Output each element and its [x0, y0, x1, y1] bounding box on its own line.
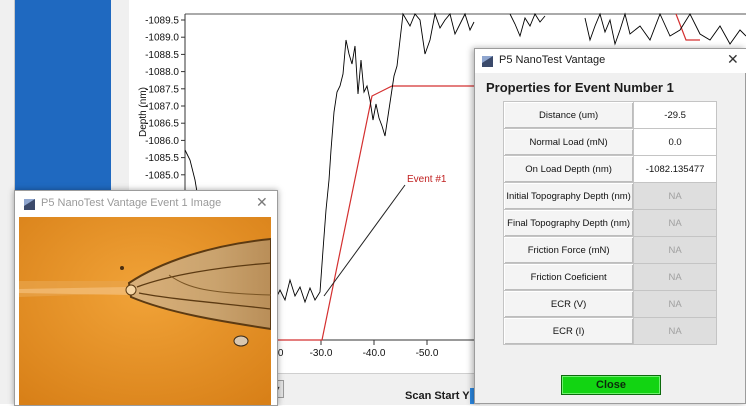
table-row: Distance (um) -29.5	[502, 101, 717, 129]
app-icon	[482, 56, 493, 67]
y-tick-label: -1087.0	[145, 102, 179, 113]
event-pointer-line	[323, 184, 406, 297]
y-tick-label: -1087.5	[145, 84, 179, 95]
event-properties-window: P5 NanoTest Vantage ✕ Properties for Eve…	[474, 48, 746, 404]
table-row: ECR (I) NA	[502, 317, 717, 345]
x-tick-label: -40.0	[363, 348, 386, 359]
image-window-title: P5 NanoTest Vantage Event 1 Image	[41, 197, 222, 209]
property-value: NA	[633, 263, 717, 291]
y-tick-label: -1085.0	[145, 170, 179, 181]
properties-heading: Properties for Event Number 1	[486, 80, 674, 95]
y-tick-label: -1088.0	[145, 67, 179, 78]
property-label[interactable]: On Load Depth (nm)	[502, 155, 635, 183]
property-label[interactable]: Final Topography Depth (nm)	[502, 209, 635, 237]
x-axis-ticks: -20.0-30.0-40.0-50.0	[261, 340, 439, 359]
y-tick-label: -1086.0	[145, 136, 179, 147]
y-axis-ticks: -1089.5 -1089.0 -1088.5 -1088.0 -1087.5 -1087…	[145, 16, 185, 181]
y-tick-label: -1088.5	[145, 50, 179, 61]
image-window-titlebar[interactable]: P5 NanoTest Vantage Event 1 Image ✕	[15, 191, 277, 217]
properties-window-titlebar[interactable]: P5 NanoTest Vantage ✕	[475, 49, 746, 73]
y-tick-label: -1089.5	[145, 16, 179, 27]
property-label[interactable]: Distance (um)	[502, 101, 635, 129]
table-row: On Load Depth (nm) -1082.135477	[502, 155, 717, 183]
event-label: Event #1	[407, 174, 447, 185]
depth-trace-right-2	[584, 12, 746, 46]
property-value[interactable]: 0.0	[633, 128, 717, 156]
property-label[interactable]: ECR (I)	[502, 317, 635, 345]
property-value[interactable]: -1082.135477	[633, 155, 717, 183]
x-tick-label: -50.0	[416, 348, 439, 359]
close-icon[interactable]: ✕	[256, 194, 268, 211]
property-label[interactable]: ECR (V)	[502, 290, 635, 318]
properties-table: Distance (um) -29.5 Normal Load (mN) 0.0 On …	[502, 101, 717, 345]
properties-window-title: P5 NanoTest Vantage	[499, 54, 606, 66]
scan-start-y-label: Scan Start Y	[405, 390, 470, 402]
table-row: Friction Coeficient NA	[502, 263, 717, 291]
y-tick-label: -1085.5	[145, 153, 179, 164]
property-label[interactable]: Friction Force (mN)	[502, 236, 635, 264]
micrograph-image	[19, 217, 271, 405]
y-axis-title: Depth (nm)	[138, 87, 149, 137]
table-row: Normal Load (mN) 0.0	[502, 128, 717, 156]
close-icon[interactable]: ✕	[727, 51, 739, 68]
close-button[interactable]: Close	[561, 375, 661, 395]
property-value: NA	[633, 209, 717, 237]
app-icon	[24, 199, 35, 210]
property-label[interactable]: Initial Topography Depth (nm)	[502, 182, 635, 210]
y-tick-label: -1089.0	[145, 33, 179, 44]
property-value[interactable]: -29.5	[633, 101, 717, 129]
property-value: NA	[633, 182, 717, 210]
x-tick-label: -30.0	[310, 348, 333, 359]
table-row: Friction Force (mN) NA	[502, 236, 717, 264]
table-row: ECR (V) NA	[502, 290, 717, 318]
table-row: Final Topography Depth (nm) NA	[502, 209, 717, 237]
table-row: Initial Topography Depth (nm) NA	[502, 182, 717, 210]
property-value: NA	[633, 236, 717, 264]
property-value: NA	[633, 290, 717, 318]
property-label[interactable]: Friction Coeficient	[502, 263, 635, 291]
depth-trace-right	[509, 13, 546, 38]
property-label[interactable]: Normal Load (mN)	[502, 128, 635, 156]
property-value: NA	[633, 317, 717, 345]
event-image-window: P5 NanoTest Vantage Event 1 Image ✕	[14, 190, 278, 406]
y-tick-label: -1086.5	[145, 119, 179, 130]
